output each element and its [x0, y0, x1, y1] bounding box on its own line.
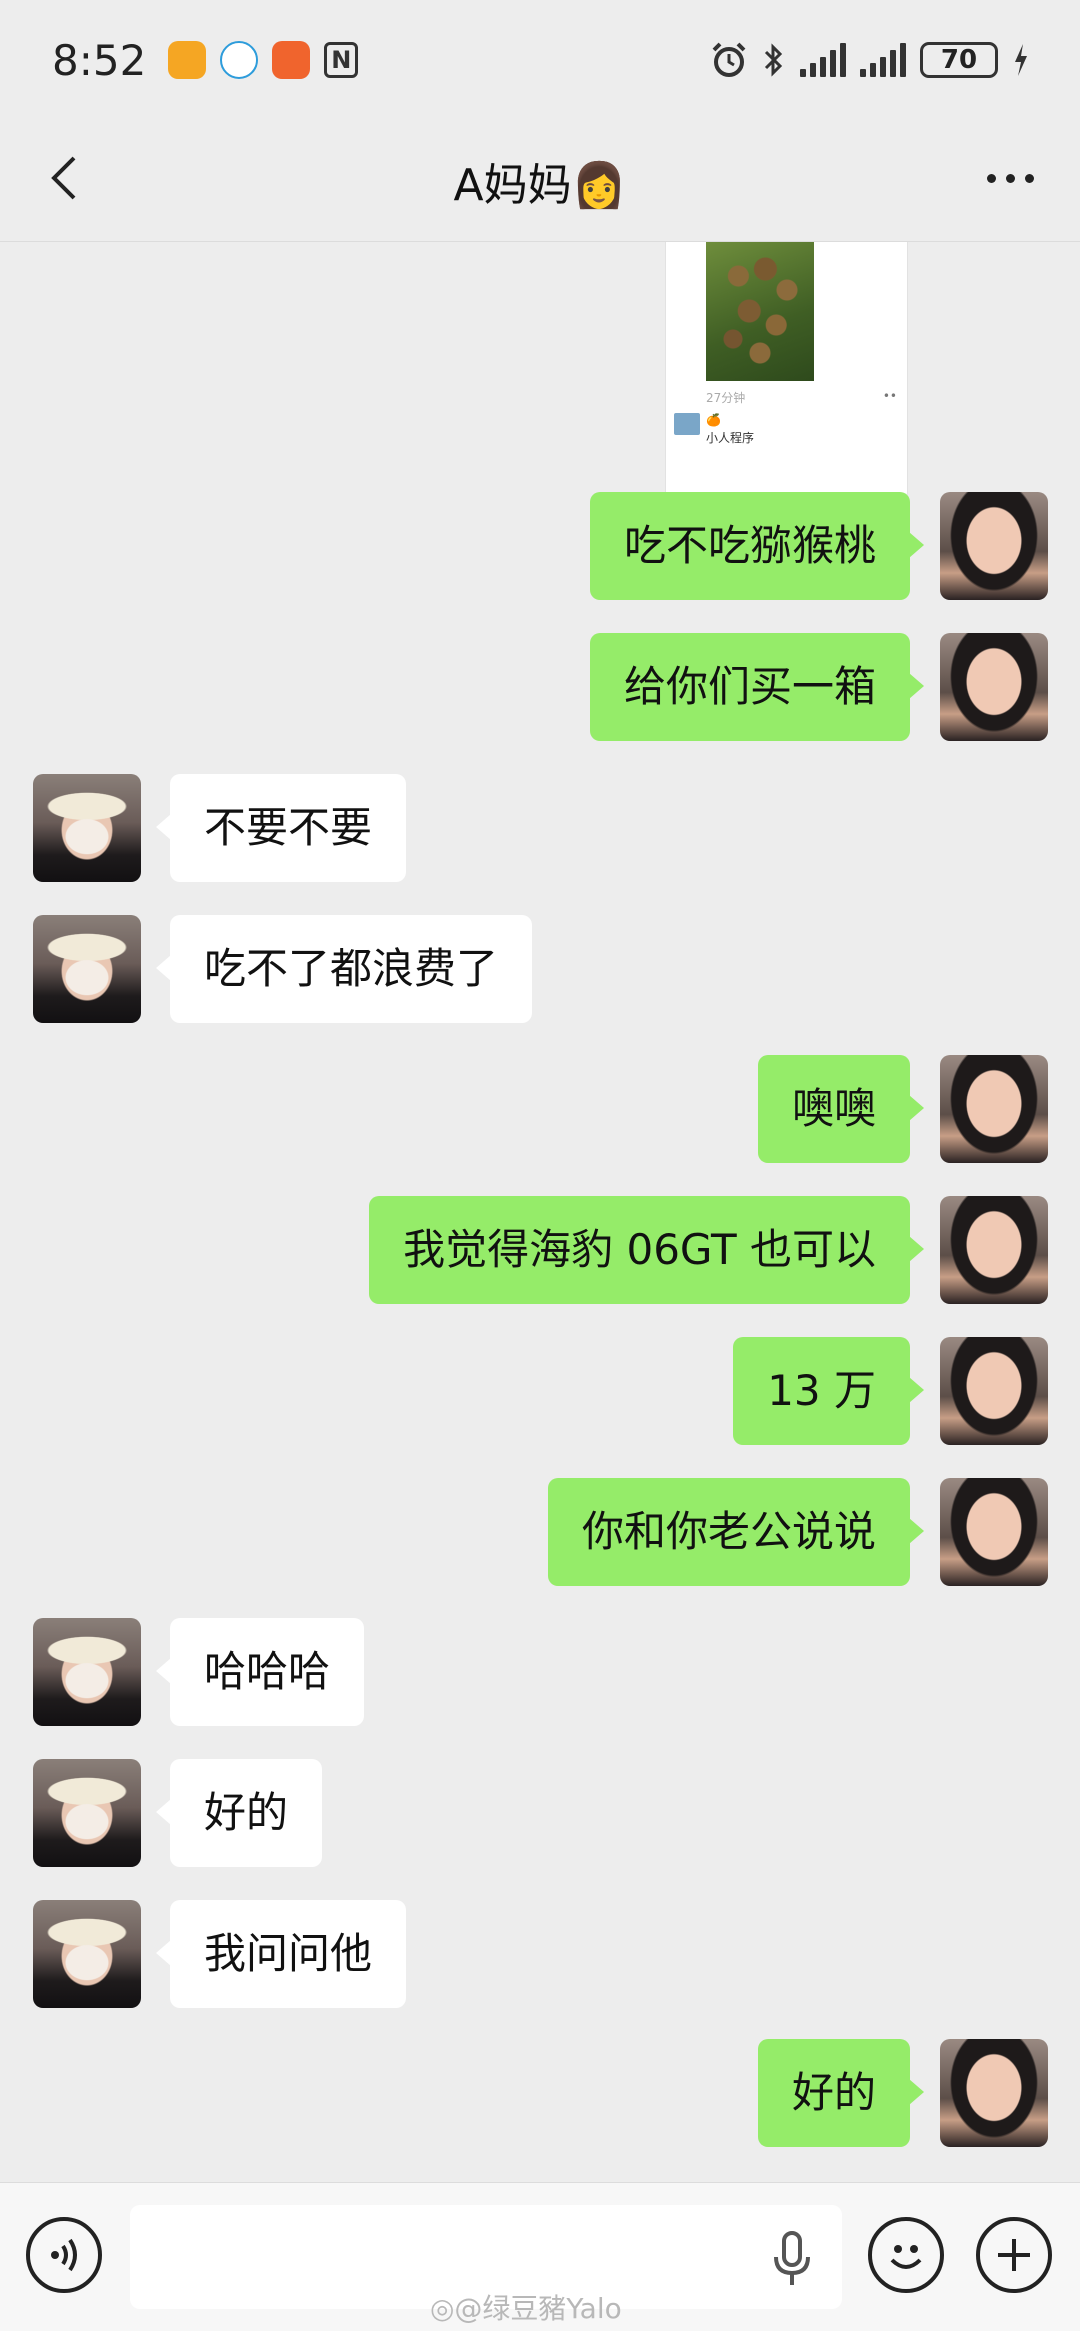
- chat-title: A妈妈👩: [453, 159, 627, 211]
- my-avatar[interactable]: [940, 1196, 1048, 1304]
- miniprogram-icon: 🍊: [706, 413, 721, 427]
- message-bubble[interactable]: 吃不吃猕猴桃: [589, 492, 925, 600]
- more-dot-icon: [1024, 173, 1034, 183]
- watermark: ◎@绿豆豬Yalo: [430, 2292, 622, 2325]
- message-bubble[interactable]: 给你们买一箱: [589, 633, 925, 741]
- message-row: 好的: [600, 2039, 925, 2147]
- smile-icon: [890, 2245, 922, 2269]
- message-row: 吃不了都浪费了: [155, 915, 670, 1023]
- status-right: 70: [710, 41, 1030, 79]
- chat-header: A妈妈👩: [0, 120, 1080, 242]
- my-avatar[interactable]: [940, 633, 1048, 741]
- contact-avatar[interactable]: [33, 1618, 141, 1726]
- chevron-left-icon: [51, 156, 76, 200]
- app-notification-icon: [168, 41, 207, 79]
- voice-mode-button[interactable]: [26, 2217, 102, 2293]
- card-meta-text: 27分钟: [706, 391, 746, 405]
- message-bubble[interactable]: 吃不了都浪费了: [155, 915, 533, 1023]
- message-row: 我问问他: [155, 1900, 570, 2008]
- message-bubble[interactable]: 哈哈哈: [155, 1618, 365, 1726]
- store-notification-icon: [272, 41, 311, 79]
- status-left: 8:52 N: [52, 35, 359, 85]
- more-dot-icon: [1005, 173, 1015, 183]
- my-avatar[interactable]: [940, 1055, 1048, 1163]
- chat-messages[interactable]: 精选 27分钟 •• 🍊 小人程序 吃不吃猕猴桃 给你们买一箱 不要不要 吃不了…: [0, 242, 1080, 2182]
- message-bubble[interactable]: 我问问他: [155, 1900, 407, 2008]
- voice-icon: [51, 2238, 77, 2272]
- message-row: 你和你老公说说: [500, 1478, 925, 1586]
- message-bubble[interactable]: 好的: [757, 2039, 925, 2147]
- my-avatar[interactable]: [940, 492, 1048, 600]
- contact-avatar[interactable]: [33, 1900, 141, 2008]
- kiwi-fruit-image: [706, 242, 814, 381]
- message-row: 好的: [155, 1759, 570, 1867]
- message-bubble[interactable]: 不要不要: [155, 774, 407, 882]
- status-bar: 8:52 N 70: [0, 0, 1080, 120]
- message-row: 吃不吃猕猴桃: [566, 492, 925, 600]
- status-time: 8:52: [52, 35, 147, 85]
- contact-avatar[interactable]: [33, 1759, 141, 1867]
- contact-avatar[interactable]: [33, 774, 141, 882]
- signal-2-icon: [860, 43, 906, 77]
- message-bubble[interactable]: 好的: [155, 1759, 323, 1867]
- message-bubble[interactable]: 你和你老公说说: [547, 1478, 925, 1586]
- emoji-button[interactable]: [868, 2217, 944, 2293]
- card-app-label: 小人程序: [706, 431, 755, 445]
- message-row: 13 万: [600, 1337, 924, 1445]
- nfc-icon: N: [324, 42, 359, 78]
- alarm-icon: [712, 42, 746, 77]
- more-options-button[interactable]: [970, 148, 1050, 208]
- message-row: 我觉得海豹 06GT 也可以: [300, 1196, 924, 1304]
- message-bubble[interactable]: 噢噢: [757, 1055, 925, 1163]
- shared-miniprogram-card[interactable]: 精选 27分钟 •• 🍊 小人程序: [665, 242, 908, 502]
- message-row: 哈哈哈: [155, 1618, 570, 1726]
- my-avatar[interactable]: [940, 2039, 1048, 2147]
- contact-avatar[interactable]: [33, 915, 141, 1023]
- browser-notification-icon: [220, 41, 259, 79]
- message-bubble[interactable]: 13 万: [733, 1337, 924, 1445]
- plus-icon: [998, 2239, 1030, 2271]
- my-avatar[interactable]: [940, 1478, 1048, 1586]
- signal-1-icon: [800, 43, 846, 77]
- my-avatar[interactable]: [940, 1337, 1048, 1445]
- battery-indicator: 70: [920, 42, 998, 78]
- card-thumbnail: [674, 413, 700, 435]
- card-more-icon: ••: [882, 389, 897, 403]
- back-button[interactable]: [38, 148, 98, 208]
- bluetooth-icon: [764, 43, 783, 77]
- message-row: 给你们买一箱: [566, 633, 925, 741]
- input-bar: ◎@绿豆豬Yalo: [0, 2182, 1080, 2331]
- more-functions-button[interactable]: [976, 2217, 1052, 2293]
- more-dot-icon: [986, 173, 996, 183]
- message-row: 噢噢: [600, 1055, 925, 1163]
- message-bubble[interactable]: 我觉得海豹 06GT 也可以: [369, 1196, 924, 1304]
- microphone-icon[interactable]: [770, 2231, 814, 2287]
- message-row: 不要不要: [155, 774, 570, 882]
- charging-icon: [1015, 44, 1027, 76]
